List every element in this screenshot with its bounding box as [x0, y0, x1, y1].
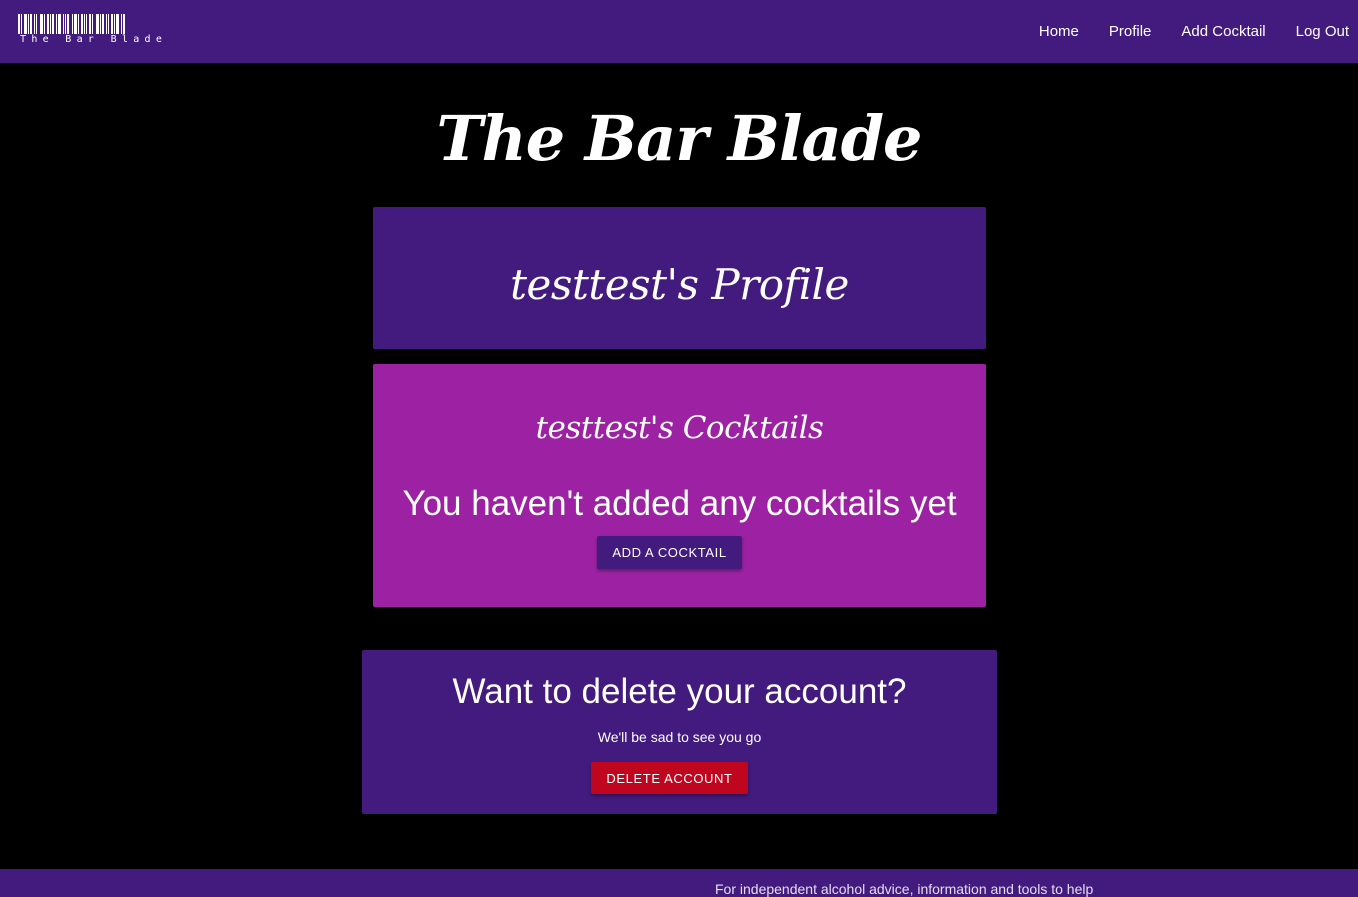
delete-account-heading: Want to delete your account? — [452, 672, 907, 711]
navbar: The Bar Blade Home Profile Add Cocktail … — [0, 0, 1358, 63]
page-title: The Bar Blade — [436, 102, 923, 175]
nav-link-log-out[interactable]: Log Out — [1281, 0, 1358, 63]
add-cocktail-button[interactable]: ADD A COCKTAIL — [597, 536, 742, 569]
nav-link-home[interactable]: Home — [1024, 0, 1094, 63]
barcode-logo-icon — [18, 14, 156, 34]
profile-card: testtest's Profile — [373, 207, 986, 349]
empty-cocktails-message: You haven't added any cocktails yet — [402, 484, 957, 523]
brand-logo-text: The Bar Blade — [20, 34, 168, 45]
nav-link-add-cocktail[interactable]: Add Cocktail — [1166, 0, 1280, 63]
delete-account-button[interactable]: DELETE ACCOUNT — [591, 762, 748, 794]
delete-account-subtext: We'll be sad to see you go — [597, 729, 762, 745]
brand-logo-link[interactable]: The Bar Blade — [18, 14, 162, 46]
profile-heading: testtest's Profile — [510, 259, 849, 309]
footer: For independent alcohol advice, informat… — [0, 869, 1358, 897]
nav-links: Home Profile Add Cocktail Log Out — [1024, 0, 1358, 63]
cocktails-heading: testtest's Cocktails — [535, 410, 824, 446]
cocktails-card: testtest's Cocktails You haven't added a… — [373, 364, 986, 607]
footer-text: For independent alcohol advice, informat… — [715, 881, 1094, 897]
nav-link-profile[interactable]: Profile — [1094, 0, 1167, 63]
